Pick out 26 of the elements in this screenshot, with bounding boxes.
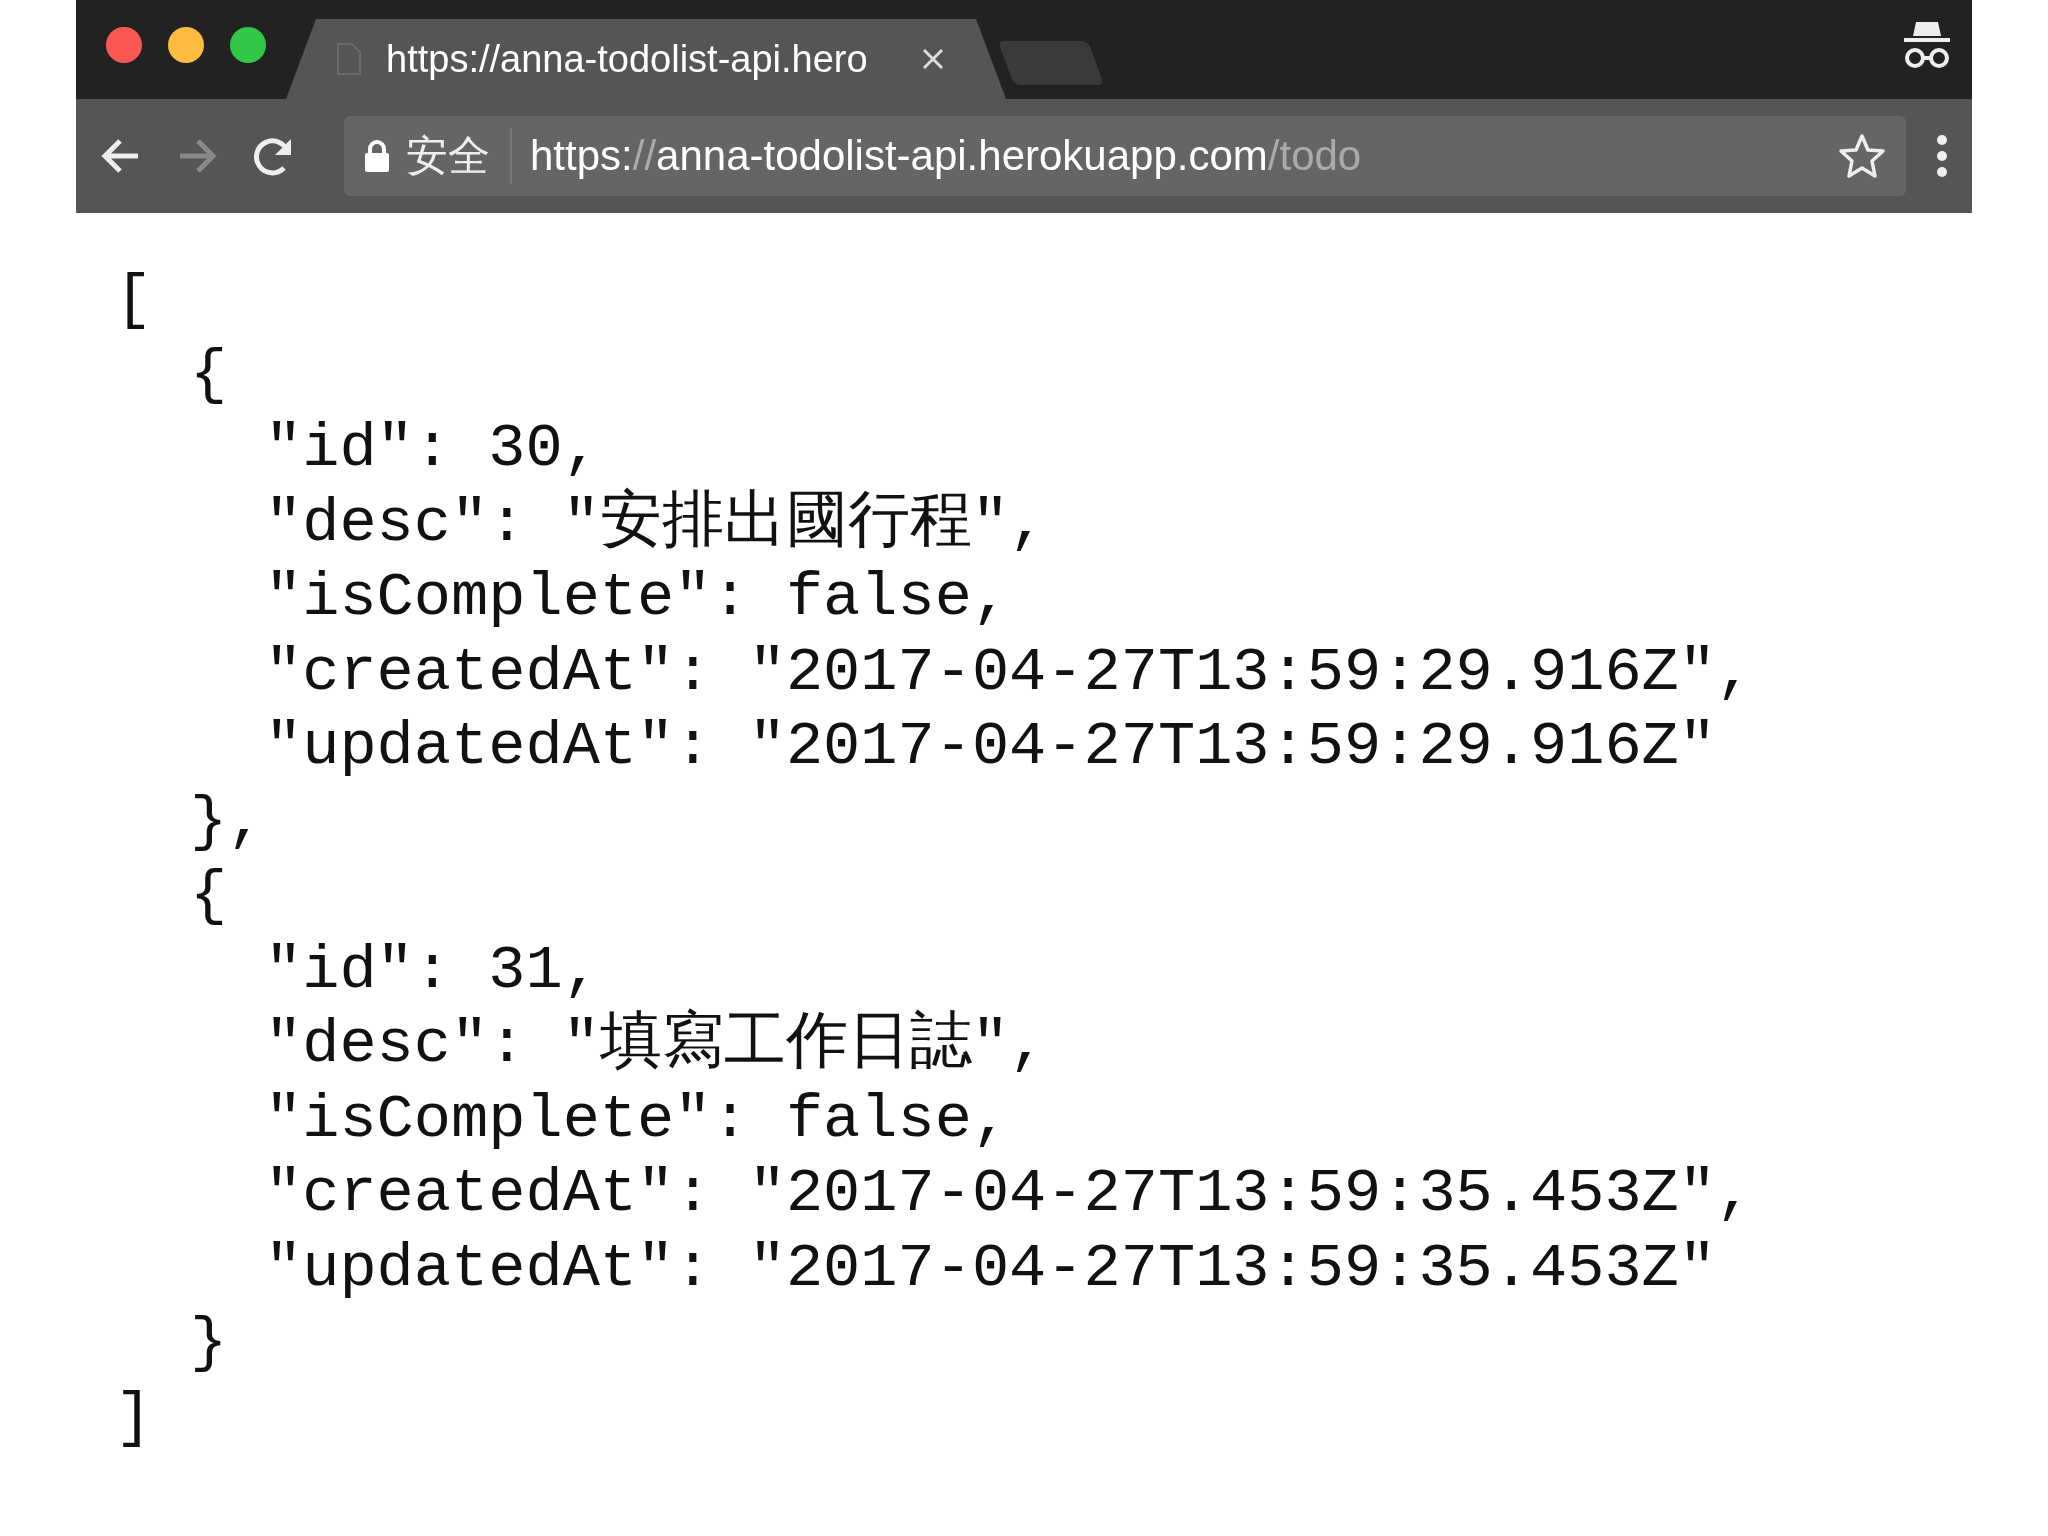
bracket-text: { <box>190 337 228 412</box>
close-icon[interactable] <box>920 46 946 72</box>
bracket-text: }, <box>190 784 265 859</box>
lock-icon <box>364 139 390 173</box>
code-line: "id": 31, <box>265 933 601 1008</box>
code-line: "updatedAt": "2017-04-27T13:59:35.453Z" <box>265 1231 1718 1306</box>
code-line: "createdAt": "2017-04-27T13:59:35.453Z", <box>265 1157 1755 1231</box>
star-icon[interactable] <box>1838 132 1886 180</box>
bracket-text: } <box>190 1306 228 1380</box>
code-line: "updatedAt": "2017-04-27T13:59:29.916Z" <box>265 710 1718 784</box>
security-label: 安全 <box>406 131 490 181</box>
bracket-text: [ <box>115 263 153 337</box>
code-line: "id": 30, <box>265 412 601 486</box>
code-line: "desc": "安排出國行程", <box>265 486 1048 561</box>
code-line: "isComplete": false, <box>265 561 1011 635</box>
bracket-text: { <box>190 859 228 933</box>
code-line: "desc": "填寫工作日誌", <box>265 1008 1048 1082</box>
code-line: "isComplete": false, <box>265 1082 1011 1157</box>
bracket-text: ] <box>115 1380 153 1455</box>
code-line: "createdAt": "2017-04-27T13:59:29.916Z", <box>265 635 1755 710</box>
minimize-window-button[interactable] <box>168 27 204 63</box>
browser-tab[interactable]: https://anna-todolist-api.hero <box>286 19 1006 99</box>
maximize-window-button[interactable] <box>230 27 266 63</box>
close-window-button[interactable] <box>106 27 142 63</box>
address-bar[interactable]: 安全 https://anna-todolist-api.herokuapp.com/todo <box>344 116 1906 196</box>
url-text: https://anna-todolist-api.herokuapp.com/todo <box>530 132 1363 180</box>
